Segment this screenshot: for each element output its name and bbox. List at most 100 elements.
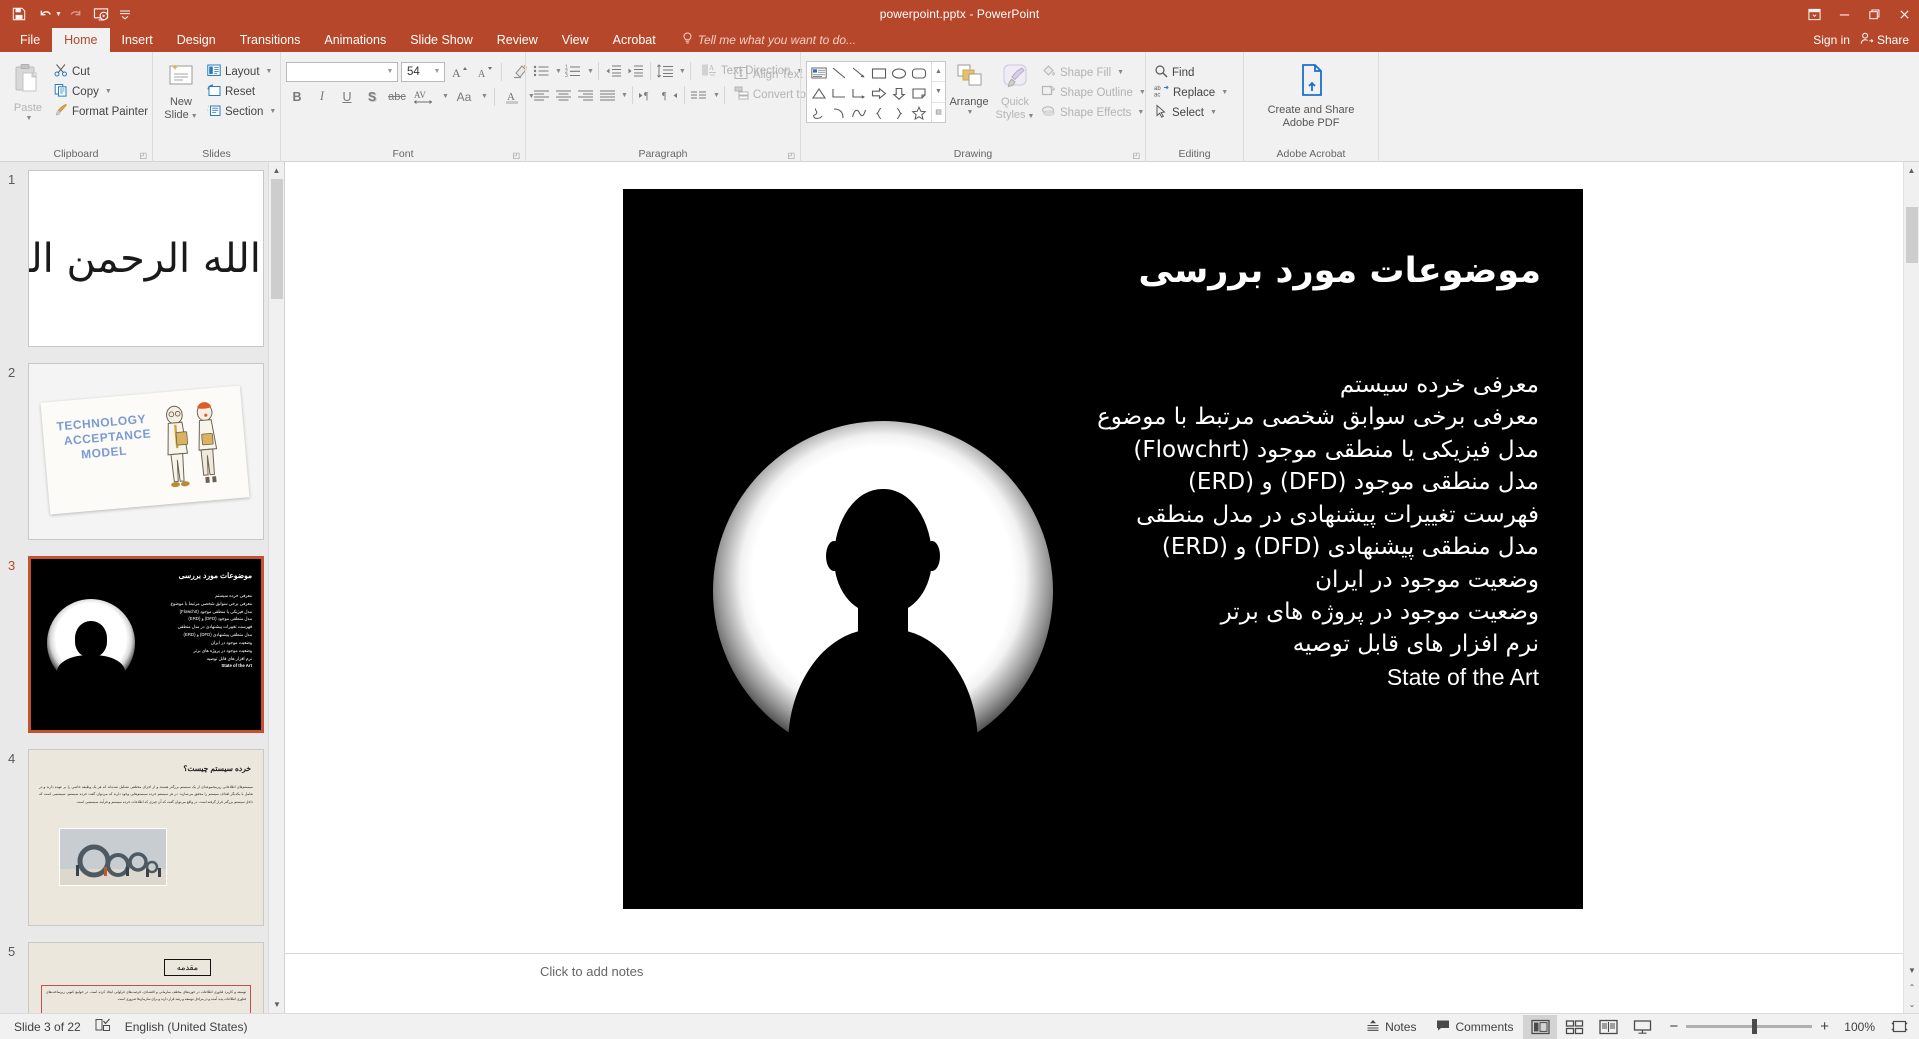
shape-arrow[interactable] [849, 63, 869, 83]
fit-slide-to-window-button[interactable] [1885, 1015, 1913, 1039]
clipboard-dialog-launcher[interactable]: ◰ [139, 151, 147, 160]
slide-show-view-button[interactable] [1625, 1015, 1659, 1039]
shape-line[interactable] [829, 63, 849, 83]
thumbnail-slide-5[interactable]: 5 مقدمه توسعه و کاربرد فناوری اطلاعات در… [0, 942, 284, 1013]
comments-button[interactable]: Comments [1426, 1014, 1523, 1039]
close-icon[interactable] [1889, 0, 1919, 28]
select-button[interactable]: Select ▼ [1151, 103, 1233, 122]
font-name-combobox[interactable]: ▼ [286, 62, 398, 82]
shapes-scroll-down-icon[interactable]: ▼ [932, 81, 945, 101]
tab-review[interactable]: Review [485, 28, 550, 52]
shape-outline-button[interactable]: Shape Outline ▼ [1038, 83, 1151, 102]
customize-qat-icon[interactable] [116, 3, 134, 25]
shapes-gallery-scrollbar[interactable]: ▲ ▼ ▤ [931, 62, 945, 122]
layout-button[interactable]: Layout ▼ [204, 62, 281, 81]
numbering-icon[interactable]: 123 [563, 61, 584, 81]
slide-thumbnail-pane[interactable]: 1 بسم الله الرحمن الرحيم 2 TECHNOLOGY AC… [0, 162, 285, 1013]
layout-dropdown-icon[interactable]: ▼ [266, 68, 273, 75]
shape-text-box[interactable] [809, 63, 829, 83]
tab-slide-show[interactable]: Slide Show [398, 28, 485, 52]
font-color-icon[interactable]: A [501, 86, 523, 107]
select-dropdown-icon[interactable]: ▼ [1210, 109, 1217, 116]
thumbnail-slide-4[interactable]: 4 خرده سیستم چیست؟ سیستم‌های اطلاعاتی زی… [0, 749, 284, 942]
slide-title-placeholder[interactable]: موضوعات مورد بررسی [841, 251, 1541, 291]
align-center-icon[interactable] [553, 85, 574, 105]
zoom-control[interactable]: − + 100% [1659, 1018, 1885, 1035]
thumbnail-canvas[interactable]: مقدمه توسعه و کاربرد فناوری اطلاعات در ح… [28, 942, 264, 1013]
restore-icon[interactable] [1859, 0, 1889, 28]
thumbnail-scroll-down-icon[interactable]: ▼ [269, 996, 285, 1013]
character-spacing-icon[interactable]: AV [411, 86, 437, 107]
shape-fill-button[interactable]: Shape Fill ▼ [1038, 63, 1151, 82]
shapes-gallery[interactable]: ▲ ▼ ▤ [806, 61, 946, 123]
slide-indicator[interactable]: Slide 3 of 22 [14, 1020, 81, 1034]
thumbnail-slide-2[interactable]: 2 TECHNOLOGY ACCEPTANCE MODEL [0, 363, 284, 556]
shape-scribble[interactable] [809, 103, 829, 123]
shape-right-brace[interactable] [889, 103, 909, 123]
tab-view[interactable]: View [550, 28, 601, 52]
next-slide-icon[interactable]: ⌄ [1904, 996, 1919, 1013]
font-size-dropdown-icon[interactable]: ▼ [430, 68, 444, 75]
align-right-icon[interactable] [575, 85, 596, 105]
copy-dropdown-icon[interactable]: ▼ [105, 88, 112, 95]
copy-button[interactable]: Copy ▼ [51, 82, 153, 101]
sign-in-button[interactable]: Sign in [1813, 33, 1850, 47]
thumbnail-pane-scrollbar[interactable]: ▲ ▼ [268, 162, 284, 1013]
justify-dropdown-icon[interactable]: ▼ [621, 92, 628, 99]
shape-folded-corner[interactable] [909, 83, 929, 103]
shape-curve[interactable] [829, 103, 849, 123]
paragraph-dialog-launcher[interactable]: ◰ [787, 151, 795, 160]
justify-icon[interactable] [597, 85, 618, 105]
shape-freeform[interactable] [849, 103, 869, 123]
font-name-dropdown-icon[interactable]: ▼ [383, 68, 397, 75]
create-and-share-adobe-pdf-button[interactable]: Create and ShareAdobe PDF [1249, 61, 1373, 131]
save-icon[interactable] [7, 3, 31, 25]
line-spacing-icon[interactable] [655, 61, 676, 81]
slide-sorter-view-button[interactable] [1557, 1015, 1591, 1039]
columns-icon[interactable] [689, 85, 710, 105]
shape-left-brace[interactable] [869, 103, 889, 123]
thumbnail-scroll-up-icon[interactable]: ▲ [269, 162, 284, 179]
shape-rounded-rectangle[interactable] [909, 63, 929, 83]
arrange-dropdown-icon[interactable]: ▼ [967, 109, 974, 116]
notes-button[interactable]: Notes [1356, 1014, 1426, 1039]
ribbon-display-options-icon[interactable] [1799, 0, 1829, 28]
shape-star[interactable] [909, 103, 929, 123]
current-slide[interactable]: موضوعات مورد بررسی معرفی خرده سیستم معرف… [623, 189, 1583, 909]
tab-transitions[interactable]: Transitions [228, 28, 313, 52]
tab-file[interactable]: File [8, 28, 52, 52]
slide-body-placeholder[interactable]: معرفی خرده سیستم معرفی برخی سوابق شخصی م… [819, 369, 1539, 693]
shape-elbow-arrow-connector[interactable] [849, 83, 869, 103]
thumbnail-canvas[interactable]: خرده سیستم چیست؟ سیستم‌های اطلاعاتی زیرم… [28, 749, 264, 926]
shapes-more-icon[interactable]: ▤ [932, 102, 945, 122]
undo-dropdown-icon[interactable]: ▼ [55, 11, 62, 18]
change-case-icon[interactable]: Aa [452, 86, 476, 107]
bold-icon[interactable]: B [286, 86, 308, 107]
shape-oval[interactable] [889, 63, 909, 83]
section-dropdown-icon[interactable]: ▼ [269, 108, 276, 115]
decrease-font-size-icon[interactable]: A [473, 61, 495, 82]
slide-scroll-up-icon[interactable]: ▲ [1904, 162, 1919, 179]
shape-rectangle[interactable] [869, 63, 889, 83]
shape-triangle[interactable] [809, 83, 829, 103]
decrease-indent-icon[interactable] [603, 61, 624, 81]
thumbnail-slide-3[interactable]: 3 موضوعات مورد بررسی معرفی خرده سیستم مع… [0, 556, 284, 749]
format-painter-button[interactable]: Format Painter [51, 102, 153, 121]
minimize-icon[interactable] [1829, 0, 1859, 28]
tell-me-search[interactable]: Tell me what you want to do... [668, 28, 856, 52]
notes-pane[interactable]: Click to add notes [285, 953, 1919, 1013]
strikethrough-icon[interactable]: abc [386, 86, 408, 107]
drawing-dialog-launcher[interactable]: ◰ [1132, 151, 1140, 160]
tab-home[interactable]: Home [52, 28, 109, 52]
notes-placeholder[interactable]: Click to add notes [540, 964, 643, 979]
numbering-dropdown-icon[interactable]: ▼ [587, 68, 594, 75]
tab-acrobat[interactable]: Acrobat [601, 28, 668, 52]
italic-icon[interactable]: I [311, 86, 333, 107]
change-case-dropdown-icon[interactable]: ▼ [481, 93, 488, 100]
paste-button[interactable]: Paste ▼ [5, 57, 51, 124]
tab-animations[interactable]: Animations [312, 28, 398, 52]
slide-area-scrollbar[interactable]: ▲ ▼ ⌃ ⌄ [1903, 162, 1919, 1013]
line-spacing-dropdown-icon[interactable]: ▼ [679, 68, 686, 75]
slide-scrollbar-thumb[interactable] [1906, 207, 1918, 263]
new-slide-button[interactable]: NewSlide▼ [158, 57, 204, 123]
